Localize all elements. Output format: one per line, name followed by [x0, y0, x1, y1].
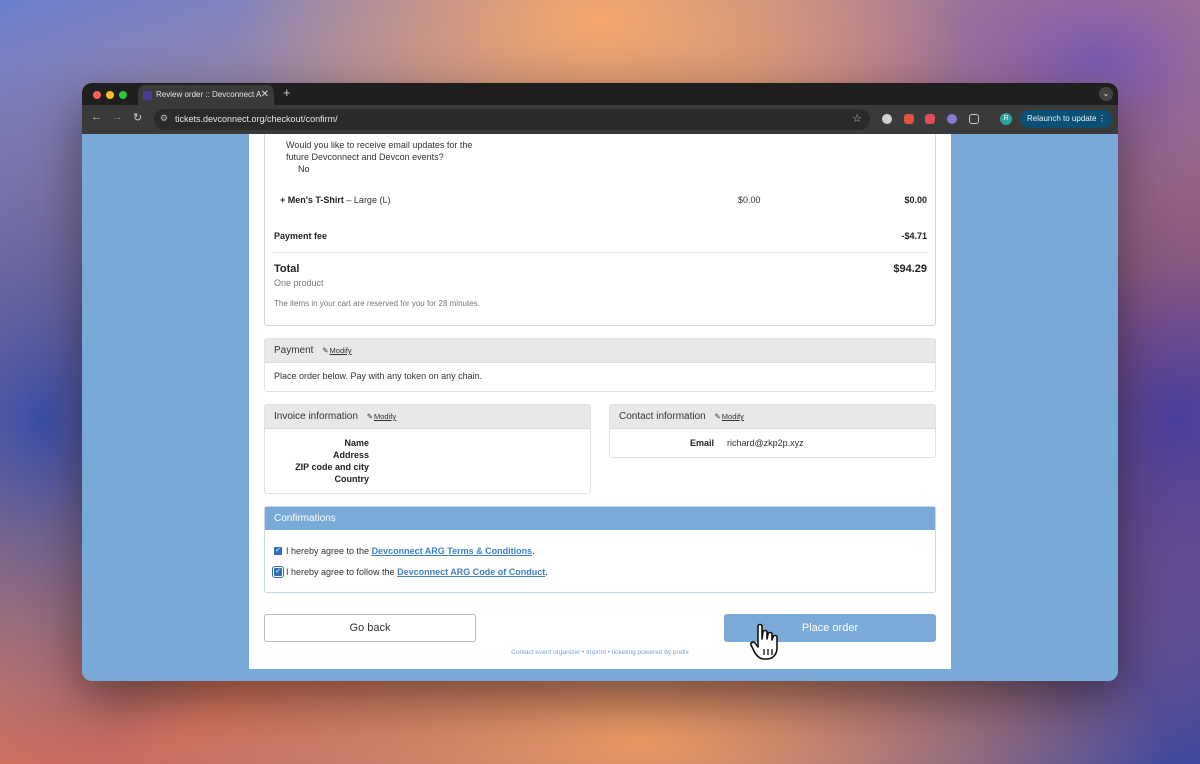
payment-modify-label: Modify: [329, 346, 352, 355]
contact-modify-label: Modify: [721, 412, 744, 421]
edit-icon: ✎: [366, 412, 374, 421]
extension-fox-icon[interactable]: [904, 114, 914, 124]
payment-text: Place order below. Pay with any token on…: [274, 371, 483, 381]
invoice-panel-header: Invoice information ✎Modify: [265, 405, 590, 429]
minimize-window-button[interactable]: [106, 91, 114, 99]
relaunch-label: Relaunch to update: [1027, 114, 1097, 123]
payment-fee-label: Payment fee: [274, 231, 328, 241]
confirmations-title: Confirmations: [265, 507, 935, 530]
reload-icon[interactable]: ↻: [133, 111, 142, 124]
tab-review-order[interactable]: Review order :: Devconnect A ✕: [138, 85, 274, 105]
question-line-1: Would you like to receive email updates …: [286, 140, 473, 150]
tab-bar: Review order :: Devconnect A ✕ + ⌄: [82, 83, 1118, 105]
relaunch-button[interactable]: Relaunch to update ⋮: [1020, 110, 1112, 128]
addon-item: + Men's T-Shirt – Large (L): [280, 195, 390, 205]
tab-title: Review order :: Devconnect A: [156, 90, 262, 99]
total-label: Total: [274, 263, 300, 275]
reservation-note: The items in your cart are reserved for …: [274, 299, 480, 308]
page-footer: Contact event organizer • Imprint • tick…: [249, 649, 951, 656]
product-count: One product: [274, 278, 324, 288]
addon-total: $0.00: [904, 195, 927, 205]
footer-separator: •: [581, 649, 585, 656]
more-menu-icon[interactable]: ⋮: [1098, 110, 1106, 128]
page-viewport: Would you like to receive email updates …: [82, 134, 1118, 681]
payment-title: Payment: [274, 345, 314, 356]
coc-period: .: [545, 567, 548, 577]
payment-fee-value: -$4.71: [901, 231, 927, 241]
extension-flag-icon[interactable]: [925, 114, 935, 124]
site-settings-icon[interactable]: ⚙: [160, 113, 168, 124]
contact-panel-header: Contact information ✎Modify: [610, 405, 935, 429]
address-bar[interactable]: ⚙ tickets.devconnect.org/checkout/confir…: [154, 109, 870, 130]
extension-privacy-icon[interactable]: [882, 114, 892, 124]
edit-icon: ✎: [714, 412, 721, 421]
confirmations-panel: Confirmations ✓ I hereby agree to the De…: [264, 506, 936, 593]
forward-arrow-icon[interactable]: →: [112, 111, 123, 123]
profile-avatar[interactable]: R: [1000, 113, 1012, 125]
footer-separator: •: [607, 649, 611, 656]
browser-toolbar: ← → ↻ ⚙ tickets.devconnect.org/checkout/…: [82, 105, 1118, 134]
extension-feather-icon[interactable]: [947, 114, 957, 124]
email-value: richard@zkp2p.xyz: [727, 438, 804, 448]
imprint-link[interactable]: Imprint: [586, 649, 606, 656]
contact-modify-link[interactable]: ✎Modify: [715, 412, 744, 421]
invoice-country-label: Country: [334, 474, 370, 484]
divider: [273, 252, 927, 253]
terms-period: .: [532, 546, 535, 556]
invoice-zip-city-label: ZIP code and city: [295, 462, 369, 472]
hand-pointer-icon: [750, 623, 778, 660]
code-of-conduct-checkbox[interactable]: ✓: [272, 566, 284, 578]
bookmark-star-icon[interactable]: ☆: [852, 112, 862, 125]
new-tab-button[interactable]: +: [283, 85, 291, 100]
cart-summary: Would you like to receive email updates …: [264, 134, 936, 326]
question-answer: No: [298, 164, 310, 174]
invoice-title: Invoice information: [274, 411, 358, 422]
contact-title: Contact information: [619, 411, 706, 422]
code-of-conduct-link[interactable]: Devconnect ARG Code of Conduct: [397, 567, 545, 577]
invoice-modify-link[interactable]: ✎Modify: [367, 412, 396, 421]
browser-window: Review order :: Devconnect A ✕ + ⌄ ← → ↻…: [82, 83, 1118, 681]
contact-panel: Contact information ✎Modify Email richar…: [609, 404, 936, 458]
terms-prefix: I hereby agree to the: [286, 546, 370, 556]
coc-prefix: I hereby agree to follow the: [286, 567, 395, 577]
addon-name: + Men's T-Shirt: [280, 195, 344, 205]
total-value: $94.29: [893, 263, 927, 275]
url-text: tickets.devconnect.org/checkout/confirm/: [175, 114, 338, 124]
extensions-puzzle-icon[interactable]: [969, 114, 979, 124]
checkout-page: Would you like to receive email updates …: [249, 134, 951, 669]
payment-panel: Payment ✎Modify Place order below. Pay w…: [264, 338, 936, 392]
maximize-window-button[interactable]: [119, 91, 127, 99]
code-of-conduct-text: I hereby agree to follow the Devconnect …: [286, 567, 548, 577]
payment-modify-link[interactable]: ✎Modify: [322, 346, 351, 355]
go-back-button[interactable]: Go back: [264, 614, 476, 642]
back-arrow-icon[interactable]: ←: [91, 111, 102, 123]
pretix-link[interactable]: ticketing powered by pretix: [612, 649, 689, 656]
invoice-name-label: Name: [344, 438, 369, 448]
edit-icon: ✎: [322, 346, 329, 355]
question-line-2: future Devconnect and Devcon events?: [286, 152, 444, 162]
terms-checkbox[interactable]: ✓: [274, 547, 282, 555]
terms-text: I hereby agree to the Devconnect ARG Ter…: [286, 546, 535, 556]
email-label: Email: [689, 438, 714, 448]
addon-price: $0.00: [738, 195, 761, 205]
close-tab-icon[interactable]: ✕: [261, 85, 269, 105]
contact-organizer-link[interactable]: Contact event organizer: [511, 649, 580, 656]
close-window-button[interactable]: [93, 91, 101, 99]
devconnect-favicon-icon: [143, 91, 152, 100]
addon-variant: – Large (L): [346, 195, 391, 205]
payment-panel-header: Payment ✎Modify: [265, 339, 935, 363]
invoice-panel: Invoice information ✎Modify Name Address…: [264, 404, 591, 494]
terms-link[interactable]: Devconnect ARG Terms & Conditions: [372, 546, 533, 556]
invoice-address-label: Address: [332, 450, 369, 460]
invoice-modify-label: Modify: [374, 412, 397, 421]
tab-search-icon[interactable]: ⌄: [1099, 87, 1113, 101]
